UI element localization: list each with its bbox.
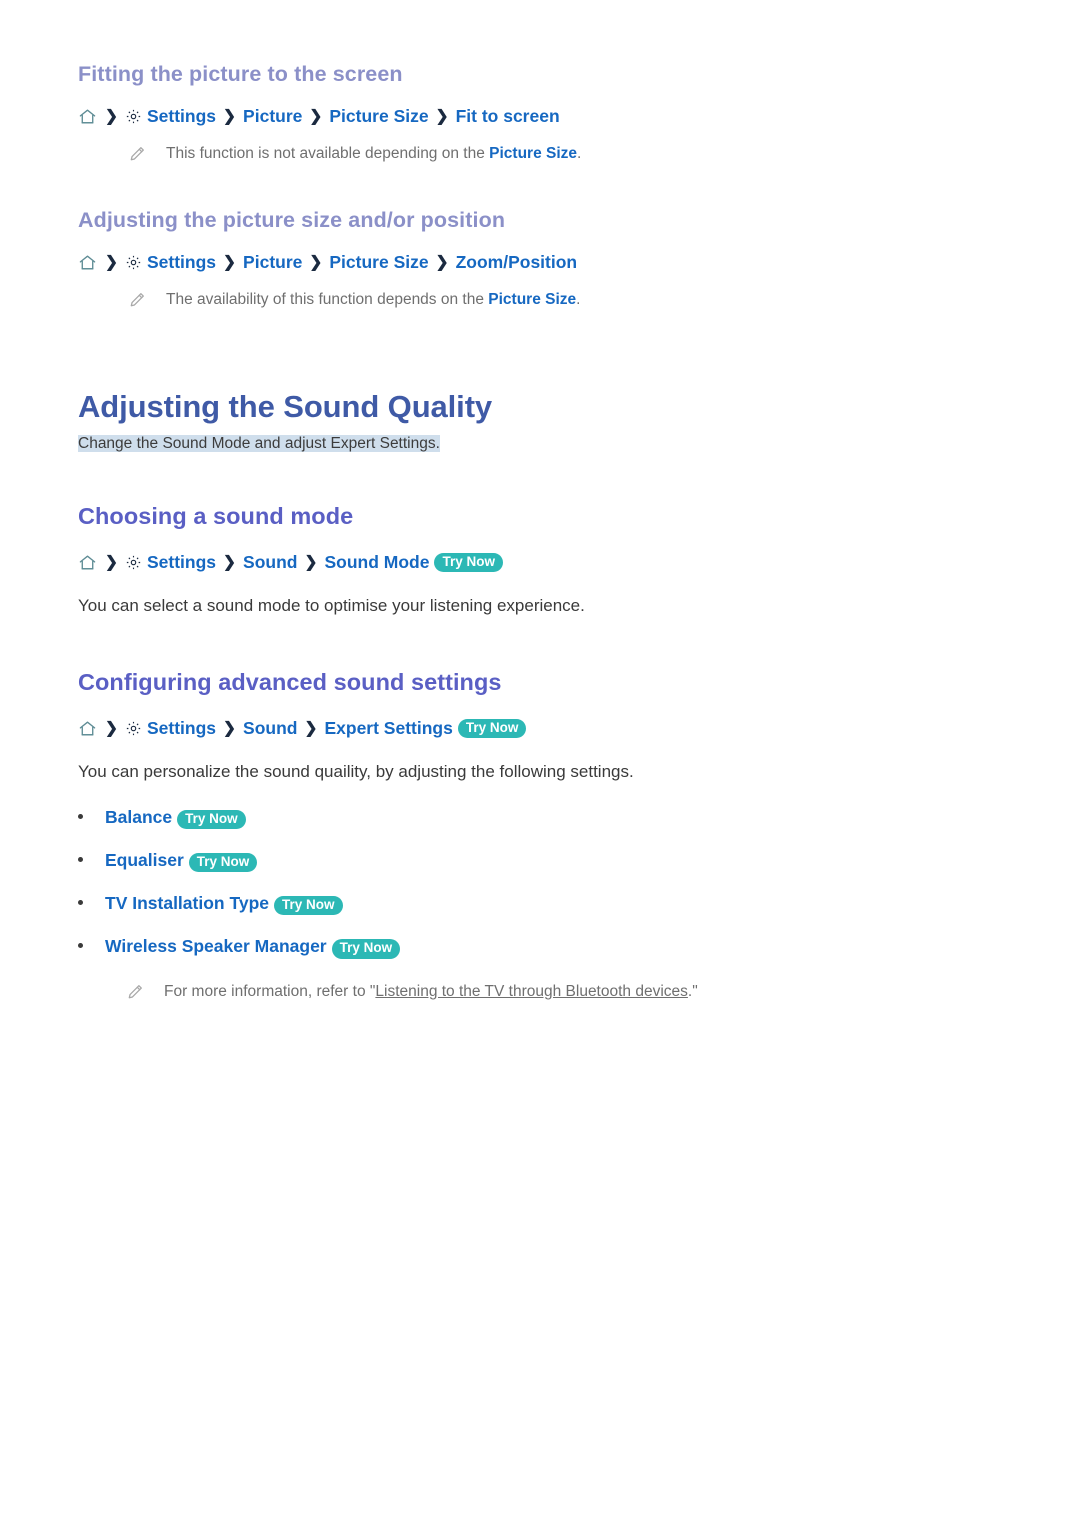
list-item[interactable]: Equaliser Try Now [78, 850, 1002, 873]
breadcrumb-expert-settings[interactable]: ❯ Settings ❯ Sound ❯ Expert Settings Try… [78, 719, 1002, 739]
try-now-badge[interactable]: Try Now [188, 853, 258, 873]
note-inline-link[interactable]: Picture Size [489, 145, 577, 162]
list-item-label-equaliser[interactable]: Equaliser [105, 850, 184, 871]
chevron-right-icon: ❯ [105, 553, 118, 571]
breadcrumb-item-picture-size[interactable]: Picture Size [329, 253, 428, 272]
pencil-note-icon [126, 983, 144, 1008]
gear-icon[interactable] [125, 720, 142, 737]
bullet-dot-icon [78, 857, 83, 863]
chevron-right-icon: ❯ [223, 253, 237, 271]
paragraph-advanced-settings: You can personalize the sound quaility, … [78, 762, 634, 782]
breadcrumb-item-sound[interactable]: Sound [243, 553, 297, 572]
note-text-after: . [577, 144, 582, 162]
list-item[interactable]: Wireless Speaker Manager Try Now [78, 936, 1002, 959]
note-text-before: This function is not available depending… [166, 144, 490, 162]
breadcrumb-fit-to-screen[interactable]: ❯ Settings ❯ Picture ❯ Picture Size ❯ Fi… [78, 107, 1002, 126]
try-now-badge[interactable]: Try Now [177, 809, 246, 830]
chevron-right-icon: ❯ [223, 553, 237, 571]
section-heading-adjusting-picture-size: Adjusting the picture size and/or positi… [78, 208, 506, 233]
breadcrumb-item-sound-mode[interactable]: Sound Mode [324, 553, 429, 572]
list-item[interactable]: Balance Try Now [78, 807, 1002, 830]
note-text: This function is not available depending… [166, 143, 581, 165]
chevron-right-icon: ❯ [223, 719, 237, 737]
page-title: Adjusting the Sound Quality [78, 388, 493, 424]
breadcrumb-item-expert-settings[interactable]: Expert Settings [324, 719, 452, 738]
list-item-label-tv-installation-type[interactable]: TV Installation Type [105, 893, 269, 914]
home-icon[interactable] [78, 253, 97, 272]
breadcrumb-item-sound[interactable]: Sound [243, 719, 297, 738]
try-now-badge[interactable]: Try Now [434, 552, 503, 573]
breadcrumb-item-picture[interactable]: Picture [243, 107, 302, 126]
note-fit-to-screen: This function is not available depending… [78, 143, 1002, 168]
pencil-note-icon [128, 145, 146, 170]
chevron-right-icon: ❯ [309, 107, 323, 125]
page-subtitle-wrap: Change the Sound Mode and adjust Expert … [78, 432, 1002, 455]
section-heading-fitting-picture: Fitting the picture to the screen [78, 62, 403, 86]
chevron-right-icon: ❯ [105, 253, 118, 271]
advanced-settings-list: Balance Try Now Equaliser Try Now TV Ins… [78, 807, 1002, 959]
note-bluetooth-reference: For more information, refer to "Listenin… [78, 981, 1002, 1006]
breadcrumb-item-fit-to-screen[interactable]: Fit to screen [456, 107, 560, 126]
chevron-right-icon: ❯ [105, 107, 118, 125]
note-inline-link[interactable]: Picture Size [488, 291, 576, 308]
chevron-right-icon: ❯ [435, 253, 449, 271]
chevron-right-icon: ❯ [304, 719, 318, 737]
breadcrumb-sound-mode[interactable]: ❯ Settings ❯ Sound ❯ Sound Mode Try Now [78, 552, 1002, 573]
note-text-after: . [576, 291, 581, 309]
home-icon[interactable] [78, 719, 97, 738]
page-subtitle: Change the Sound Mode and adjust Expert … [78, 435, 440, 453]
document-page: Fitting the picture to the screen ❯ Sett… [0, 0, 1080, 1527]
breadcrumb-item-settings[interactable]: Settings [147, 553, 216, 572]
chevron-right-icon: ❯ [304, 553, 318, 571]
try-now-badge[interactable]: Try Now [274, 896, 343, 916]
try-now-badge[interactable]: Try Now [457, 719, 527, 739]
note-text: For more information, refer to "Listenin… [164, 981, 698, 1003]
gear-icon[interactable] [125, 108, 142, 125]
breadcrumb-item-settings[interactable]: Settings [147, 719, 216, 738]
bullet-dot-icon [78, 813, 83, 819]
note-zoom-position: The availability of this function depend… [78, 289, 1002, 314]
section-heading-choosing-sound-mode: Choosing a sound mode [78, 502, 354, 529]
breadcrumb-item-picture-size[interactable]: Picture Size [329, 107, 428, 126]
chevron-right-icon: ❯ [105, 719, 118, 737]
breadcrumb-item-picture[interactable]: Picture [243, 253, 302, 272]
chevron-right-icon: ❯ [223, 107, 237, 125]
try-now-badge[interactable]: Try Now [331, 939, 401, 959]
note-reference-link[interactable]: Listening to the TV through Bluetooth de… [375, 983, 688, 1000]
chevron-right-icon: ❯ [309, 253, 323, 271]
breadcrumb-item-settings[interactable]: Settings [147, 253, 216, 272]
bullet-dot-icon [78, 900, 83, 906]
paragraph-sound-mode: You can select a sound mode to optimise … [78, 596, 585, 616]
note-text: The availability of this function depend… [166, 289, 580, 311]
section-heading-advanced-sound-settings: Configuring advanced sound settings [78, 668, 502, 695]
chevron-right-icon: ❯ [435, 107, 449, 125]
home-icon[interactable] [78, 107, 97, 126]
gear-icon[interactable] [125, 554, 142, 571]
breadcrumb-zoom-position[interactable]: ❯ Settings ❯ Picture ❯ Picture Size ❯ Zo… [78, 253, 1002, 272]
pencil-note-icon [128, 291, 146, 316]
list-item[interactable]: TV Installation Type Try Now [78, 893, 1002, 916]
note-text-after: ." [687, 982, 698, 1000]
note-text-before: The availability of this function depend… [166, 291, 489, 309]
home-icon[interactable] [78, 553, 97, 572]
list-item-label-wireless-speaker-manager[interactable]: Wireless Speaker Manager [105, 936, 327, 957]
gear-icon[interactable] [125, 254, 142, 271]
breadcrumb-item-settings[interactable]: Settings [147, 107, 216, 126]
note-text-before: For more information, refer to " [164, 982, 376, 1000]
list-item-label-balance[interactable]: Balance [105, 807, 172, 828]
bullet-dot-icon [78, 943, 83, 949]
breadcrumb-item-zoom-position[interactable]: Zoom/Position [456, 253, 578, 272]
